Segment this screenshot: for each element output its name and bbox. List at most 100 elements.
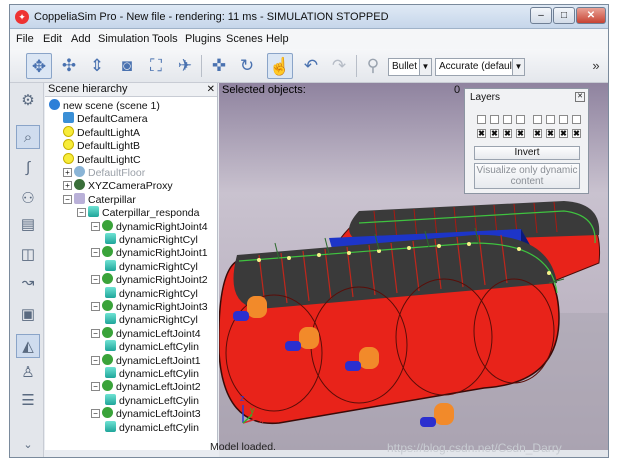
tree-item[interactable]: − dynamicRightJoint1 — [91, 246, 208, 259]
visualize-dynamic-button[interactable]: Visualize only dynamic content — [474, 163, 580, 189]
minimize-button[interactable]: – — [530, 7, 552, 24]
tree-item[interactable]: − dynamicLeftJoint4 — [91, 326, 201, 340]
layer-checkbox[interactable] — [546, 115, 555, 124]
layer-checkbox[interactable]: ✖ — [572, 129, 581, 138]
tree-item[interactable]: dynamicRightCyl — [105, 259, 198, 273]
expand-toolbar-icon[interactable]: ⌄ — [16, 433, 40, 457]
path-icon[interactable]: ↝ — [16, 271, 40, 295]
visibility-icon[interactable]: ◭ — [16, 334, 40, 358]
collapse-icon[interactable]: − — [91, 221, 100, 231]
maximize-button[interactable]: □ — [553, 7, 575, 24]
tree-item[interactable]: dynamicLeftCylin — [105, 393, 199, 407]
accuracy-select[interactable]: Accurate (default) ▼ — [435, 58, 525, 76]
collapse-icon[interactable]: − — [91, 382, 100, 392]
tree-item[interactable]: DefaultLightA — [63, 125, 140, 139]
tree-item[interactable]: − dynamicLeftJoint2 — [91, 380, 201, 393]
tree-item[interactable]: dynamicLeftCylin — [105, 340, 199, 353]
collapse-icon[interactable]: − — [91, 275, 100, 285]
tree-item[interactable]: dynamicRightCyl — [105, 233, 198, 246]
console-icon[interactable]: ▣ — [16, 303, 40, 327]
menu-add[interactable]: Add — [71, 33, 91, 45]
tree-item[interactable]: + DefaultFloor — [63, 166, 145, 179]
script-icon[interactable]: ∫ — [16, 156, 40, 180]
robot-icon[interactable]: ♙ — [16, 361, 40, 385]
tree-item[interactable]: DefaultCamera — [63, 112, 148, 125]
simulation-settings-icon[interactable]: ⚙ — [16, 89, 40, 113]
watermark: https://blog.csdn.net/Csdn_Darry — [387, 441, 562, 455]
toolbar-overflow-icon[interactable]: » — [586, 53, 606, 79]
camera-fly-icon[interactable]: ✈ — [172, 53, 198, 79]
tree-item[interactable]: DefaultLightC — [63, 152, 141, 166]
close-icon[interactable]: ✕ — [207, 83, 215, 96]
collapse-icon[interactable]: − — [91, 355, 100, 365]
list-icon[interactable]: ☰ — [16, 389, 40, 413]
tree-item[interactable]: dynamicRightCyl — [105, 286, 198, 300]
menu-file[interactable]: File — [16, 33, 34, 45]
layer-checkbox[interactable]: ✖ — [516, 129, 525, 138]
tree-item[interactable]: − Caterpillar — [63, 192, 136, 206]
layer-checkbox[interactable] — [477, 115, 486, 124]
physics-engine-select[interactable]: Bullet ▼ — [388, 58, 432, 76]
tree-item[interactable]: − dynamicLeftJoint1 — [91, 353, 201, 367]
axis-x-label: x — [259, 415, 264, 425]
object-shift-icon[interactable]: ✜ — [206, 53, 232, 79]
collapse-icon[interactable]: − — [91, 302, 100, 311]
tree-item[interactable]: − dynamicLeftJoint3 — [91, 407, 201, 420]
layer-checkbox[interactable]: ✖ — [477, 129, 486, 138]
object-rotate-icon[interactable]: ↻ — [234, 53, 260, 79]
tree-item[interactable]: dynamicLeftCylin — [105, 367, 199, 380]
tree-item[interactable]: + XYZCameraProxy — [63, 179, 173, 192]
tree-item[interactable]: − dynamicRightJoint3 — [91, 300, 208, 313]
collapse-icon[interactable]: − — [91, 409, 100, 419]
collapse-icon[interactable]: − — [77, 208, 86, 218]
page-icon[interactable]: ▤ — [16, 213, 40, 237]
tree-item[interactable]: dynamicRightCyl — [105, 313, 198, 326]
layer-checkbox[interactable]: ✖ — [490, 129, 499, 138]
tree-item[interactable]: dynamicLeftCylin — [105, 420, 199, 434]
layer-checkbox[interactable]: ✖ — [503, 129, 512, 138]
fit-view-icon[interactable]: ⛶ — [143, 53, 169, 79]
menu-edit[interactable]: Edit — [43, 33, 62, 45]
click-select-icon[interactable]: ☝ — [267, 53, 293, 79]
camera-shift-icon[interactable]: ⇕ — [84, 53, 110, 79]
layer-checkbox[interactable] — [503, 115, 512, 124]
menu-simulation[interactable]: Simulation — [98, 33, 149, 45]
tree-item[interactable]: new scene (scene 1) — [49, 99, 160, 112]
light-object-icon — [63, 139, 74, 151]
layer-checkbox[interactable] — [516, 115, 525, 124]
layer-checkbox[interactable]: ✖ — [559, 129, 568, 138]
collections-icon[interactable]: ⚇ — [16, 187, 40, 211]
collapse-icon[interactable]: − — [91, 248, 100, 258]
layer-checkbox[interactable]: ✖ — [546, 129, 555, 138]
collapse-icon[interactable]: − — [63, 194, 72, 204]
invert-button[interactable]: Invert — [474, 146, 580, 160]
redo-icon[interactable]: ↷ — [326, 53, 352, 79]
zoom-icon[interactable]: ⌕ — [16, 125, 40, 149]
camera-rotate-icon[interactable]: ✣ — [56, 53, 82, 79]
expand-icon[interactable]: + — [63, 181, 72, 191]
close-icon[interactable]: ✕ — [575, 92, 585, 102]
layer-checkbox[interactable] — [490, 115, 499, 124]
layer-checkbox[interactable] — [559, 115, 568, 124]
camera-icon[interactable]: ◙ — [114, 53, 140, 79]
tree-item-label: DefaultLightB — [77, 140, 141, 153]
menu-tools[interactable]: Tools — [152, 33, 178, 45]
tree-item[interactable]: − dynamicRightJoint2 — [91, 273, 208, 286]
shape-icon[interactable]: ◫ — [16, 243, 40, 267]
close-button[interactable]: ✕ — [576, 7, 606, 24]
tree-item[interactable]: DefaultLightB — [63, 139, 140, 152]
tree-item[interactable]: − dynamicRightJoint4 — [91, 219, 208, 233]
dynamics-toggle-icon[interactable]: ⚲ — [360, 53, 386, 79]
camera-pan-icon[interactable]: ✥ — [26, 53, 52, 79]
expand-icon[interactable]: + — [63, 168, 72, 177]
cyl-object-icon — [105, 313, 116, 325]
layer-checkbox[interactable] — [572, 115, 581, 124]
undo-icon[interactable]: ↶ — [298, 53, 324, 79]
menu-scenes[interactable]: Scenes — [226, 33, 263, 45]
layer-checkbox[interactable]: ✖ — [533, 129, 542, 138]
menu-help[interactable]: Help — [266, 33, 289, 45]
collapse-icon[interactable]: − — [91, 328, 100, 338]
menu-plugins[interactable]: Plugins — [185, 33, 221, 45]
layer-checkbox[interactable] — [533, 115, 542, 124]
tree-item[interactable]: − Caterpillar_responda — [77, 206, 199, 219]
